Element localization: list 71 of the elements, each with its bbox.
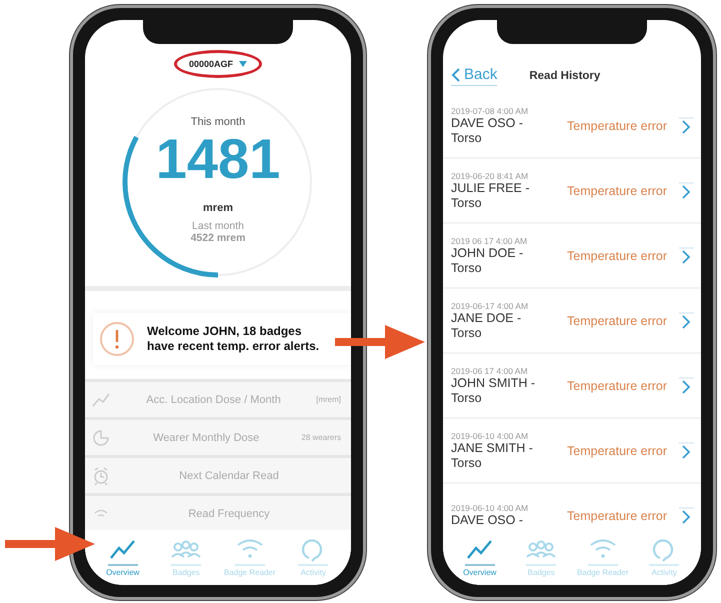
chevron-right-icon	[677, 506, 695, 526]
history-row[interactable]: 2019-06-17 4:00 AM JANE DOE - Torso Temperature error	[443, 289, 701, 354]
tab[interactable]: Activity	[636, 536, 692, 577]
chevron-right-icon	[677, 310, 695, 330]
read-timestamp: 2019-06-10 4:00 AM	[451, 503, 530, 513]
chevron-right-icon	[677, 376, 695, 396]
tab[interactable]: Badge Reader	[222, 536, 278, 577]
wearer-location: Torso	[451, 456, 483, 470]
wearer-location: Torso	[451, 130, 483, 146]
dashboard-card[interactable]: Wearer Monthly Dose 28 wearers	[85, 417, 351, 455]
history-row[interactable]: 2019-06-20 8:41 AM JULIE FREE - Torso Temperature error	[443, 159, 701, 224]
card-detail: 28 wearers	[301, 433, 341, 442]
chevron-right-icon	[677, 246, 695, 266]
read-status: Temperature error	[567, 314, 668, 328]
dropdown-caret-icon	[239, 61, 248, 67]
tab[interactable]: Badge Reader	[574, 536, 631, 577]
dose-unit: mrem	[203, 202, 233, 214]
history-row[interactable]: 2019 06 17 4:00 AM JOHN DOE - Torso Temperature error	[443, 224, 701, 289]
wearer-name: JULIE FREE -	[451, 180, 530, 196]
wearer-location: Torso	[451, 260, 483, 276]
read-timestamp: 2019 06 17 4:00 AM	[451, 236, 528, 246]
card-title: Acc. Location Dose / Month	[145, 394, 282, 406]
card-title: Read Frequency	[187, 508, 271, 520]
previous-label: Last month	[192, 220, 244, 232]
read-status: Temperature error	[567, 248, 668, 262]
wearer-name: JOHN DOE -	[451, 246, 524, 260]
dashboard-card[interactable]: Acc. Location Dose / Month [mrem]	[85, 379, 351, 417]
read-timestamp: 2019-06-20 8:41 AM	[451, 170, 530, 180]
wearer-name: DAVE OSO -	[451, 116, 524, 130]
read-status: Temperature error	[567, 118, 668, 132]
read-status: Temperature error	[567, 444, 668, 458]
read-status: Temperature error	[567, 508, 668, 522]
dashboard-card[interactable]: Read Frequency	[85, 493, 351, 530]
read-timestamp: 2019-06-10 4:00 AM	[451, 430, 530, 440]
read-timestamp: 2019-07-08 4:00 AM	[451, 106, 530, 116]
alert-message: Welcome JOHN, 18 badges have recent temp. error alerts.	[147, 324, 320, 354]
read-timestamp: 2019-06-17 4:00 AM	[451, 300, 530, 310]
tab[interactable]: Badges	[513, 536, 570, 577]
read-timestamp: 2019-06 17 4:00 AM	[451, 366, 529, 376]
wearer-location: Torso	[451, 196, 483, 210]
badge-selector[interactable]: 00000AGF	[174, 50, 262, 78]
previous-value: 4522 mrem	[190, 232, 246, 244]
card-icon	[91, 428, 111, 448]
wearer-location: Torso	[451, 326, 483, 340]
card-title: Next Calendar Read	[178, 470, 280, 482]
dose-value: 1481	[156, 128, 280, 190]
tab[interactable]: Overview	[94, 536, 151, 577]
history-row[interactable]: 2019-06-10 4:00 AM JANE SMITH - Torso Temperature error	[443, 419, 701, 484]
history-row[interactable]: 2019-07-08 4:00 AM DAVE OSO - Torso Temperature error	[443, 94, 701, 159]
tab[interactable]: Badges	[158, 536, 214, 577]
wearer-name: JOHN SMITH -	[451, 376, 536, 390]
history-row[interactable]: 2019-06 17 4:00 AM JOHN SMITH - Torso Temperature error	[443, 354, 701, 419]
chevron-right-icon	[677, 116, 695, 136]
back-chevron-icon	[451, 68, 460, 82]
tab[interactable]: Overview	[452, 536, 508, 577]
screen-title: Read History	[529, 70, 600, 82]
warning-icon	[99, 321, 135, 357]
chevron-right-icon	[677, 440, 695, 460]
wearer-name: DAVE OSO -	[451, 513, 524, 528]
card-detail: [mrem]	[316, 395, 341, 404]
wearer-name: JANE DOE -	[451, 310, 522, 326]
wearer-location: Torso	[451, 390, 483, 406]
tab[interactable]: Activity	[285, 536, 342, 577]
read-status: Temperature error	[567, 184, 668, 198]
dashboard-card[interactable]: Next Calendar Read	[85, 455, 351, 493]
read-status: Temperature error	[567, 378, 668, 392]
dose-caption: This month	[190, 116, 246, 128]
card-title: Wearer Monthly Dose	[152, 432, 260, 444]
chevron-right-icon	[677, 180, 695, 200]
back-button[interactable]: Back	[451, 66, 498, 86]
wearer-name: JANE SMITH -	[451, 440, 534, 456]
